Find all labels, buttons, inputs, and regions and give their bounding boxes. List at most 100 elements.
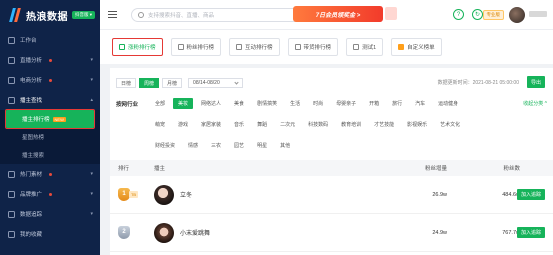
filter-tag[interactable]: 剧情搞笑	[252, 98, 282, 109]
filter-tag[interactable]: 网络达人	[196, 98, 226, 109]
filter-tag[interactable]: 汽车	[410, 98, 430, 109]
sidebar-item-brand[interactable]: 品牌推广 ▾	[0, 184, 100, 204]
fans-gain: 24.9w	[432, 229, 447, 236]
chevron-down-icon: ▾	[90, 191, 93, 197]
fans-count: 767.7w	[502, 229, 520, 236]
sidebar-item-live[interactable]: 直播分析 ▾	[0, 50, 100, 70]
filter-tag[interactable]: 影视娱乐	[402, 119, 432, 130]
filter-tag[interactable]: 美食	[229, 98, 249, 109]
new-badge: NEW	[52, 116, 66, 122]
table-header: 排行 播主 粉丝增量 粉丝数	[110, 160, 553, 176]
sidebar-item-workbench[interactable]: 工作台	[0, 30, 100, 50]
brand-logo[interactable]: 热浪数据 抖音版 ▾	[0, 0, 100, 30]
home-icon	[8, 36, 15, 44]
export-button[interactable]: 导出	[526, 76, 545, 88]
sidebar-item-star-hot[interactable]: 星图热榜	[0, 128, 100, 146]
ranking-tabs: 涨粉排行榜 粉丝排行榜 互动排行榜 带货排行榜 测试1 自定义榜单	[100, 30, 553, 64]
brand-icon	[8, 190, 15, 198]
avatar[interactable]	[154, 184, 174, 205]
filter-tag[interactable]: 其他	[275, 140, 295, 151]
period-week[interactable]: 周榜	[139, 78, 160, 88]
filter-tag[interactable]: 园艺	[229, 140, 249, 151]
list-icon	[294, 44, 301, 50]
sidebar-item-tracking[interactable]: 数据追踪 ▾	[0, 204, 100, 224]
sidebar-item-ecommerce[interactable]: 电商分析 ▾	[0, 70, 100, 90]
sidebar-item-hot-material[interactable]: 热门素材 ▾	[0, 164, 100, 184]
sidebar-item-blogger-ranking[interactable]: 播主排行榜 NEW	[5, 109, 95, 129]
col-gain[interactable]: 粉丝增量	[417, 164, 447, 172]
filter-tag[interactable]: 游戏	[173, 119, 193, 130]
table-row[interactable]: 2 小末爱跳舞 24.9w 767.7w 加入追踪	[110, 214, 553, 252]
filter-tag[interactable]: 二次元	[275, 119, 300, 130]
filter-tag[interactable]: 明星	[252, 140, 272, 151]
filter-tag[interactable]: 音乐	[229, 119, 249, 130]
col-rank: 排行	[118, 166, 130, 172]
search-input[interactable]: 支持搜索抖音、直播、商品	[131, 7, 301, 22]
rank-tag: TB	[129, 191, 138, 198]
filter-tag[interactable]: 生活	[285, 98, 305, 109]
tab-sales[interactable]: 带货排行榜	[287, 38, 339, 56]
chevron-down-icon: ▾	[90, 211, 93, 217]
refresh-icon[interactable]: ↻	[472, 9, 483, 20]
filter-tag[interactable]: 美妆	[173, 98, 194, 109]
filter-tag[interactable]: 萌宠	[150, 119, 170, 130]
filter-label: 按网行业	[116, 102, 139, 108]
filter-tag[interactable]: 教育培训	[336, 119, 366, 130]
tab-fans[interactable]: 粉丝排行榜	[170, 38, 222, 56]
menu-toggle-icon[interactable]	[108, 11, 117, 18]
avatar[interactable]	[509, 7, 525, 23]
tab-custom[interactable]: 自定义榜单	[391, 38, 442, 56]
col-fans[interactable]: 粉丝数	[490, 164, 520, 172]
filter-tag[interactable]: 三农	[206, 140, 226, 151]
filter-tag[interactable]: 财经投资	[150, 140, 180, 151]
chevron-down-icon: ▾	[90, 171, 93, 177]
period-month[interactable]: 月榜	[162, 78, 183, 88]
new-dot	[49, 172, 53, 176]
add-tracking-button[interactable]: 加入追踪	[516, 189, 545, 200]
filter-tag[interactable]: 开箱	[364, 98, 384, 109]
blogger-name[interactable]: 小末爱跳舞	[180, 228, 210, 237]
filter-tag[interactable]: 运动健身	[433, 98, 463, 109]
tab-fans-growth[interactable]: 涨粉排行榜	[112, 38, 163, 56]
tab-test1[interactable]: 测试1	[346, 38, 384, 56]
gift-icon	[385, 7, 397, 20]
industry-filter: 按网行业 全部 美妆 网络达人 美食 剧情搞笑 生活 时尚 母婴亲子 开箱 旅行 汽车 运动健身萌宠游…	[116, 98, 549, 158]
sidebar-item-blogger-find[interactable]: 播主搜索	[0, 146, 100, 164]
filter-tag[interactable]: 科技数码	[303, 119, 333, 130]
list-icon	[177, 44, 184, 50]
filter-tag[interactable]: 才艺技能	[369, 119, 399, 130]
fans-count: 484.6w	[502, 191, 520, 198]
chevron-up-icon: ▴	[90, 97, 93, 103]
chart-icon	[8, 210, 15, 218]
collapse-categories[interactable]: 收起分类 ^	[523, 100, 547, 107]
filter-tag[interactable]: 情感	[183, 140, 203, 151]
col-blogger: 播主	[154, 166, 166, 172]
blogger-name[interactable]: 立冬	[180, 190, 192, 199]
filter-tag[interactable]: 艺术文化	[435, 119, 465, 130]
help-icon[interactable]: ?	[453, 9, 464, 20]
filter-tag[interactable]: 时尚	[308, 98, 328, 109]
table-row[interactable]: 1 TB 立冬 26.9w 484.6w 加入追踪	[110, 176, 553, 214]
sidebar-item-blogger-search[interactable]: 播主查找 ▴	[0, 90, 100, 110]
add-tracking-button[interactable]: 加入追踪	[516, 227, 545, 238]
update-time: 数据更新时间：2021-08-21 05:00:00	[437, 80, 519, 86]
fans-gain: 26.9w	[432, 191, 447, 198]
logo-icon	[8, 8, 22, 22]
tab-interaction[interactable]: 互动排行榜	[229, 38, 280, 56]
plan-badge[interactable]: 专业版	[482, 10, 504, 20]
sidebar-item-favorites[interactable]: 我的收藏	[0, 224, 100, 244]
avatar[interactable]	[154, 222, 174, 243]
topbar: 支持搜索抖音、直播、商品 7日会员领奖金 > ? ↻ 专业版	[100, 0, 553, 30]
custom-icon	[398, 44, 405, 50]
filter-tag[interactable]: 舞蹈	[252, 119, 272, 130]
filter-tag[interactable]: 全部	[150, 98, 170, 109]
filter-tag[interactable]: 家居家装	[196, 119, 226, 130]
promo-banner[interactable]: 7日会员领奖金 >	[293, 6, 397, 22]
new-dot	[49, 58, 53, 62]
platform-switch[interactable]: 抖音版 ▾	[72, 11, 96, 19]
date-select[interactable]: 08/14-08/20	[188, 78, 244, 88]
user-name-redacted[interactable]	[529, 11, 547, 17]
period-day[interactable]: 日榜	[116, 78, 137, 88]
filter-tag[interactable]: 旅行	[387, 98, 407, 109]
filter-tag[interactable]: 母婴亲子	[331, 98, 361, 109]
